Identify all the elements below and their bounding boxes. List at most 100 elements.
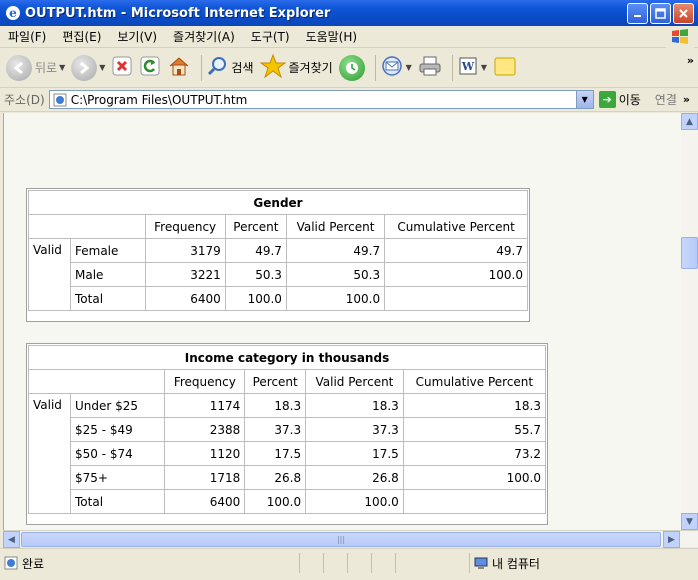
- column-header: Percent: [244, 369, 307, 394]
- computer-icon: [474, 556, 488, 570]
- svg-text:W: W: [461, 60, 475, 73]
- title-bar[interactable]: e OUTPUT.htm - Microsoft Internet Explor…: [0, 0, 698, 26]
- scroll-right-icon[interactable]: ▶: [663, 531, 680, 548]
- group-label: Valid: [28, 393, 71, 514]
- cell-cumulative: 55.7: [402, 417, 547, 442]
- toolbar-chevron-icon[interactable]: »: [687, 54, 694, 67]
- row-label: $50 - $74: [69, 441, 166, 466]
- horizontal-scroll-thumb[interactable]: |||: [21, 532, 661, 547]
- print-button[interactable]: [418, 55, 442, 80]
- horizontal-scrollbar[interactable]: ◀ ||| ▶: [3, 530, 698, 548]
- row-label: $75+: [69, 465, 166, 490]
- menu-favorites[interactable]: 즐겨찾기(A): [165, 28, 243, 45]
- go-arrow-icon: ➔: [598, 91, 616, 108]
- edit-dropdown-icon[interactable]: ▼: [481, 63, 487, 72]
- column-header: Frequency: [144, 214, 226, 239]
- go-label: 이동: [618, 93, 641, 107]
- close-button[interactable]: [673, 2, 694, 24]
- vertical-scrollbar[interactable]: ▲ ▼: [681, 113, 698, 530]
- menu-file[interactable]: 파일(F): [0, 28, 54, 45]
- address-url: C:\Program Files\OUTPUT.htm: [70, 92, 248, 107]
- svg-text:e: e: [9, 6, 17, 20]
- ie-icon: e: [5, 5, 21, 21]
- header-blank: [27, 369, 166, 394]
- minimize-button[interactable]: [627, 2, 648, 24]
- cell-valid-percent: 50.3: [285, 262, 386, 287]
- menu-view[interactable]: 보기(V): [109, 28, 165, 45]
- window-title: OUTPUT.htm - Microsoft Internet Explorer: [25, 5, 331, 21]
- forward-button[interactable]: ▼: [71, 54, 105, 81]
- table-row: Valid Female 3179 49.7 49.7 49.7: [28, 238, 528, 311]
- windows-logo-icon: [666, 26, 694, 48]
- table-title: Income category in thousands: [28, 345, 546, 370]
- row-label: $25 - $49: [69, 417, 166, 442]
- history-button[interactable]: [338, 54, 365, 81]
- row-label: Total: [70, 286, 146, 311]
- cell-frequency: 1718: [164, 465, 246, 490]
- maximize-button[interactable]: [650, 2, 671, 24]
- back-dropdown-icon[interactable]: ▼: [59, 63, 65, 72]
- links-label[interactable]: 연결: [655, 91, 677, 108]
- cell-valid-percent: 18.3: [305, 393, 404, 418]
- scroll-down-icon[interactable]: ▼: [681, 513, 698, 530]
- row-label: Female: [70, 238, 146, 263]
- column-header: Valid Percent: [305, 369, 404, 394]
- star-icon: [258, 53, 287, 81]
- status-cell: [372, 553, 396, 573]
- cell-percent: 17.5: [244, 441, 307, 466]
- search-button[interactable]: 검색: [206, 55, 254, 80]
- toolbar-separator: [201, 54, 203, 81]
- vertical-scroll-thumb[interactable]: [681, 237, 698, 269]
- table-row: $25 - $49 2388 37.3 37.3 55.7: [29, 417, 547, 442]
- cell-cumulative: 100.0: [384, 262, 528, 287]
- messenger-button[interactable]: [493, 55, 517, 80]
- cell-valid-percent: 37.3: [305, 417, 404, 442]
- status-cell: [348, 553, 372, 573]
- links-chevron-icon[interactable]: »: [683, 93, 690, 106]
- cell-valid-percent: 100.0: [285, 286, 386, 311]
- address-bar: 주소(D) C:\Program Files\OUTPUT.htm ▼ ➔ 이동…: [0, 88, 698, 112]
- home-icon: [167, 55, 191, 80]
- mail-icon: [380, 55, 404, 80]
- mail-button[interactable]: ▼: [380, 55, 412, 80]
- group-label: Valid: [28, 238, 71, 311]
- back-button[interactable]: 뒤로 ▼: [6, 54, 65, 81]
- refresh-button[interactable]: [139, 55, 161, 80]
- cell-percent: 100.0: [224, 286, 287, 311]
- favorites-button[interactable]: 즐겨찾기: [258, 53, 333, 81]
- address-label: 주소(D): [4, 93, 45, 107]
- menu-help[interactable]: 도움말(H): [298, 28, 366, 45]
- menu-edit[interactable]: 편집(E): [54, 28, 109, 45]
- column-header: Cumulative Percent: [402, 369, 547, 394]
- word-icon: W: [457, 55, 479, 80]
- address-dropdown-icon[interactable]: ▼: [575, 91, 593, 108]
- cell-percent: 18.3: [244, 393, 307, 418]
- page-icon: [53, 93, 67, 107]
- home-button[interactable]: [167, 55, 191, 80]
- cell-valid-percent: 49.7: [285, 238, 386, 263]
- edit-button[interactable]: W ▼: [457, 55, 487, 80]
- table-row: Male 3221 50.3 50.3 100.0: [29, 262, 528, 287]
- status-text-cell: 완료: [0, 553, 300, 573]
- scroll-left-icon[interactable]: ◀: [3, 531, 20, 548]
- income-table: Income category in thousands Frequency P…: [27, 345, 547, 514]
- mail-dropdown-icon[interactable]: ▼: [406, 63, 412, 72]
- forward-dropdown-icon[interactable]: ▼: [99, 63, 105, 72]
- table-row: $75+ 1718 26.8 26.8 100.0: [29, 465, 547, 490]
- scroll-up-icon[interactable]: ▲: [681, 113, 698, 130]
- page-content: Gender Frequency Percent Valid Percent C…: [3, 113, 681, 530]
- cell-frequency: 2388: [164, 417, 246, 442]
- menu-bar: 파일(F) 편집(E) 보기(V) 즐겨찾기(A) 도구(T) 도움말(H): [0, 26, 698, 48]
- cell-frequency: 1174: [164, 393, 246, 418]
- column-header: Percent: [224, 214, 287, 239]
- cell-percent: 49.7: [224, 238, 287, 263]
- go-button[interactable]: ➔ 이동: [598, 91, 641, 108]
- history-icon: [338, 54, 365, 81]
- stop-button[interactable]: [111, 55, 133, 80]
- menu-tools[interactable]: 도구(T): [243, 28, 298, 45]
- cell-valid-percent: 26.8: [305, 465, 404, 490]
- cell-percent: 100.0: [244, 489, 307, 514]
- cell-cumulative: 100.0: [402, 465, 547, 490]
- cell-cumulative: [402, 489, 547, 514]
- address-input[interactable]: C:\Program Files\OUTPUT.htm ▼: [48, 90, 594, 109]
